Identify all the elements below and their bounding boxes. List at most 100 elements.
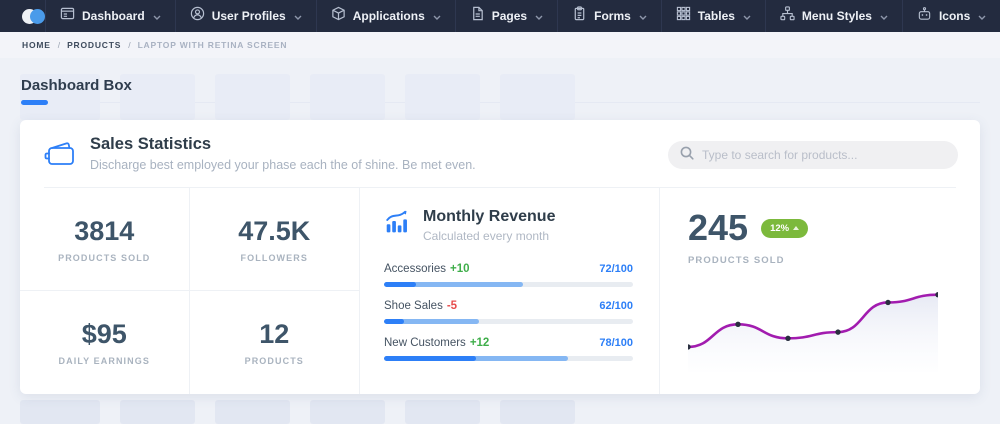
products-sold-chart bbox=[688, 288, 938, 372]
progress-label: Accessories+10 bbox=[384, 263, 470, 275]
growth-badge: 12% bbox=[761, 219, 808, 238]
skeleton-block bbox=[500, 400, 575, 424]
progress-bar bbox=[384, 319, 633, 324]
progress-label: Shoe Sales-5 bbox=[384, 300, 457, 312]
progress-row-accessories: Accessories+10 72/100 bbox=[384, 263, 633, 287]
progress-value: 78/100 bbox=[599, 337, 633, 349]
card-title: Sales Statistics bbox=[90, 135, 211, 154]
stat-label: PRODUCTS SOLD bbox=[58, 253, 150, 263]
monthly-revenue-title: Monthly Revenue bbox=[423, 208, 555, 226]
sales-statistics-card: Sales Statistics Discharge best employed… bbox=[20, 120, 980, 394]
breadcrumb-separator: / bbox=[58, 40, 60, 50]
skeleton-block bbox=[405, 400, 480, 424]
stat-value: 12 bbox=[259, 319, 289, 350]
dashboard-window-icon bbox=[60, 6, 75, 26]
delta-badge: +10 bbox=[450, 263, 470, 275]
stat-value: 3814 bbox=[74, 216, 134, 247]
nav-item-applications[interactable]: Applications bbox=[317, 0, 456, 32]
skeleton-block bbox=[215, 74, 290, 120]
delta-badge: -5 bbox=[447, 300, 457, 312]
nav-label: Applications bbox=[353, 9, 425, 23]
package-box-icon bbox=[331, 6, 346, 26]
product-search[interactable] bbox=[668, 141, 958, 169]
progress-bar bbox=[384, 356, 633, 361]
sitemap-icon bbox=[780, 6, 795, 26]
nav-item-dashboard[interactable]: Dashboard bbox=[46, 0, 176, 32]
skeleton-block bbox=[215, 400, 290, 424]
nav-label: Forms bbox=[594, 9, 631, 23]
products-sold-label: PRODUCTS SOLD bbox=[688, 255, 980, 266]
breadcrumb: HOME / PRODUCTS / LAPTOP WITH RETINA SCR… bbox=[0, 32, 1000, 58]
growth-percent: 12% bbox=[770, 223, 789, 234]
nav-label: Tables bbox=[698, 9, 735, 23]
stat-daily-earnings: $95 DAILY EARNINGS bbox=[20, 291, 190, 394]
skeleton-block bbox=[310, 400, 385, 424]
page-document-icon bbox=[470, 6, 485, 26]
nav-item-user-profiles[interactable]: User Profiles bbox=[176, 0, 317, 32]
nav-label: Menu Styles bbox=[802, 9, 872, 23]
skeleton-block bbox=[120, 400, 195, 424]
chevron-down-icon bbox=[743, 7, 751, 25]
nav-item-menu-styles[interactable]: Menu Styles bbox=[766, 0, 903, 32]
nav-label: User Profiles bbox=[212, 9, 286, 23]
chevron-down-icon bbox=[978, 7, 986, 25]
card-header: Sales Statistics Discharge best employed… bbox=[20, 120, 980, 188]
monthly-revenue-subtitle: Calculated every month bbox=[423, 229, 555, 243]
progress-value: 72/100 bbox=[599, 263, 633, 275]
stat-followers: 47.5K FOLLOWERS bbox=[190, 188, 360, 291]
stat-products: 12 PRODUCTS bbox=[190, 291, 360, 394]
chevron-down-icon bbox=[433, 7, 441, 25]
clipboard-icon bbox=[572, 6, 587, 26]
logo-circle-blue bbox=[30, 9, 45, 24]
app-logo[interactable] bbox=[22, 9, 45, 24]
stat-products-sold: 3814 PRODUCTS SOLD bbox=[20, 188, 190, 291]
chevron-down-icon bbox=[880, 7, 888, 25]
nav-item-tables[interactable]: Tables bbox=[662, 0, 766, 32]
products-sold-section: 245 12% PRODUCTS SOLD bbox=[660, 188, 980, 394]
search-input[interactable] bbox=[702, 148, 946, 162]
chevron-down-icon bbox=[153, 7, 161, 25]
breadcrumb-home[interactable]: HOME bbox=[22, 40, 51, 50]
title-accent-bar bbox=[21, 100, 48, 105]
products-sold-value: 245 bbox=[688, 210, 748, 246]
robot-icon bbox=[917, 6, 932, 26]
search-icon bbox=[680, 146, 694, 165]
nav-item-icons[interactable]: Icons bbox=[903, 0, 1000, 32]
delta-badge: +12 bbox=[470, 337, 490, 349]
grid-icon bbox=[676, 6, 691, 26]
main-menu: Dashboard User Profiles Applications Pag… bbox=[45, 0, 1000, 32]
skeleton-block bbox=[405, 74, 480, 120]
top-navbar: Dashboard User Profiles Applications Pag… bbox=[0, 0, 1000, 32]
breadcrumb-separator: / bbox=[128, 40, 130, 50]
arrow-up-icon bbox=[793, 226, 799, 230]
stat-label: PRODUCTS bbox=[245, 356, 304, 366]
progress-value: 62/100 bbox=[599, 300, 633, 312]
skeleton-block bbox=[500, 74, 575, 120]
card-subtitle: Discharge best employed your phase each … bbox=[90, 158, 476, 172]
stats-grid: 3814 PRODUCTS SOLD 47.5K FOLLOWERS $95 D… bbox=[20, 188, 360, 394]
progress-row-shoe-sales: Shoe Sales-5 62/100 bbox=[384, 300, 633, 324]
user-circle-icon bbox=[190, 6, 205, 26]
nav-label: Pages bbox=[492, 9, 527, 23]
chevron-down-icon bbox=[639, 7, 647, 25]
stat-label: DAILY EARNINGS bbox=[59, 356, 150, 366]
nav-label: Icons bbox=[939, 9, 970, 23]
stat-value: 47.5K bbox=[238, 216, 310, 247]
progress-bar bbox=[384, 282, 633, 287]
nav-label: Dashboard bbox=[82, 9, 145, 23]
wallet-icon bbox=[44, 137, 78, 176]
nav-item-pages[interactable]: Pages bbox=[456, 0, 558, 32]
skeleton-block bbox=[20, 400, 100, 424]
skeleton-block bbox=[310, 74, 385, 120]
breadcrumb-current: LAPTOP WITH RETINA SCREEN bbox=[138, 40, 288, 50]
monthly-revenue-section: Monthly Revenue Calculated every month A… bbox=[360, 188, 660, 394]
stat-label: FOLLOWERS bbox=[241, 253, 308, 263]
page-title: Dashboard Box bbox=[21, 77, 132, 94]
progress-label: New Customers+12 bbox=[384, 337, 489, 349]
progress-row-new-customers: New Customers+12 78/100 bbox=[384, 337, 633, 361]
breadcrumb-products[interactable]: PRODUCTS bbox=[67, 40, 121, 50]
chevron-down-icon bbox=[294, 7, 302, 25]
chevron-down-icon bbox=[535, 7, 543, 25]
nav-item-forms[interactable]: Forms bbox=[558, 0, 662, 32]
stat-value: $95 bbox=[82, 319, 127, 350]
